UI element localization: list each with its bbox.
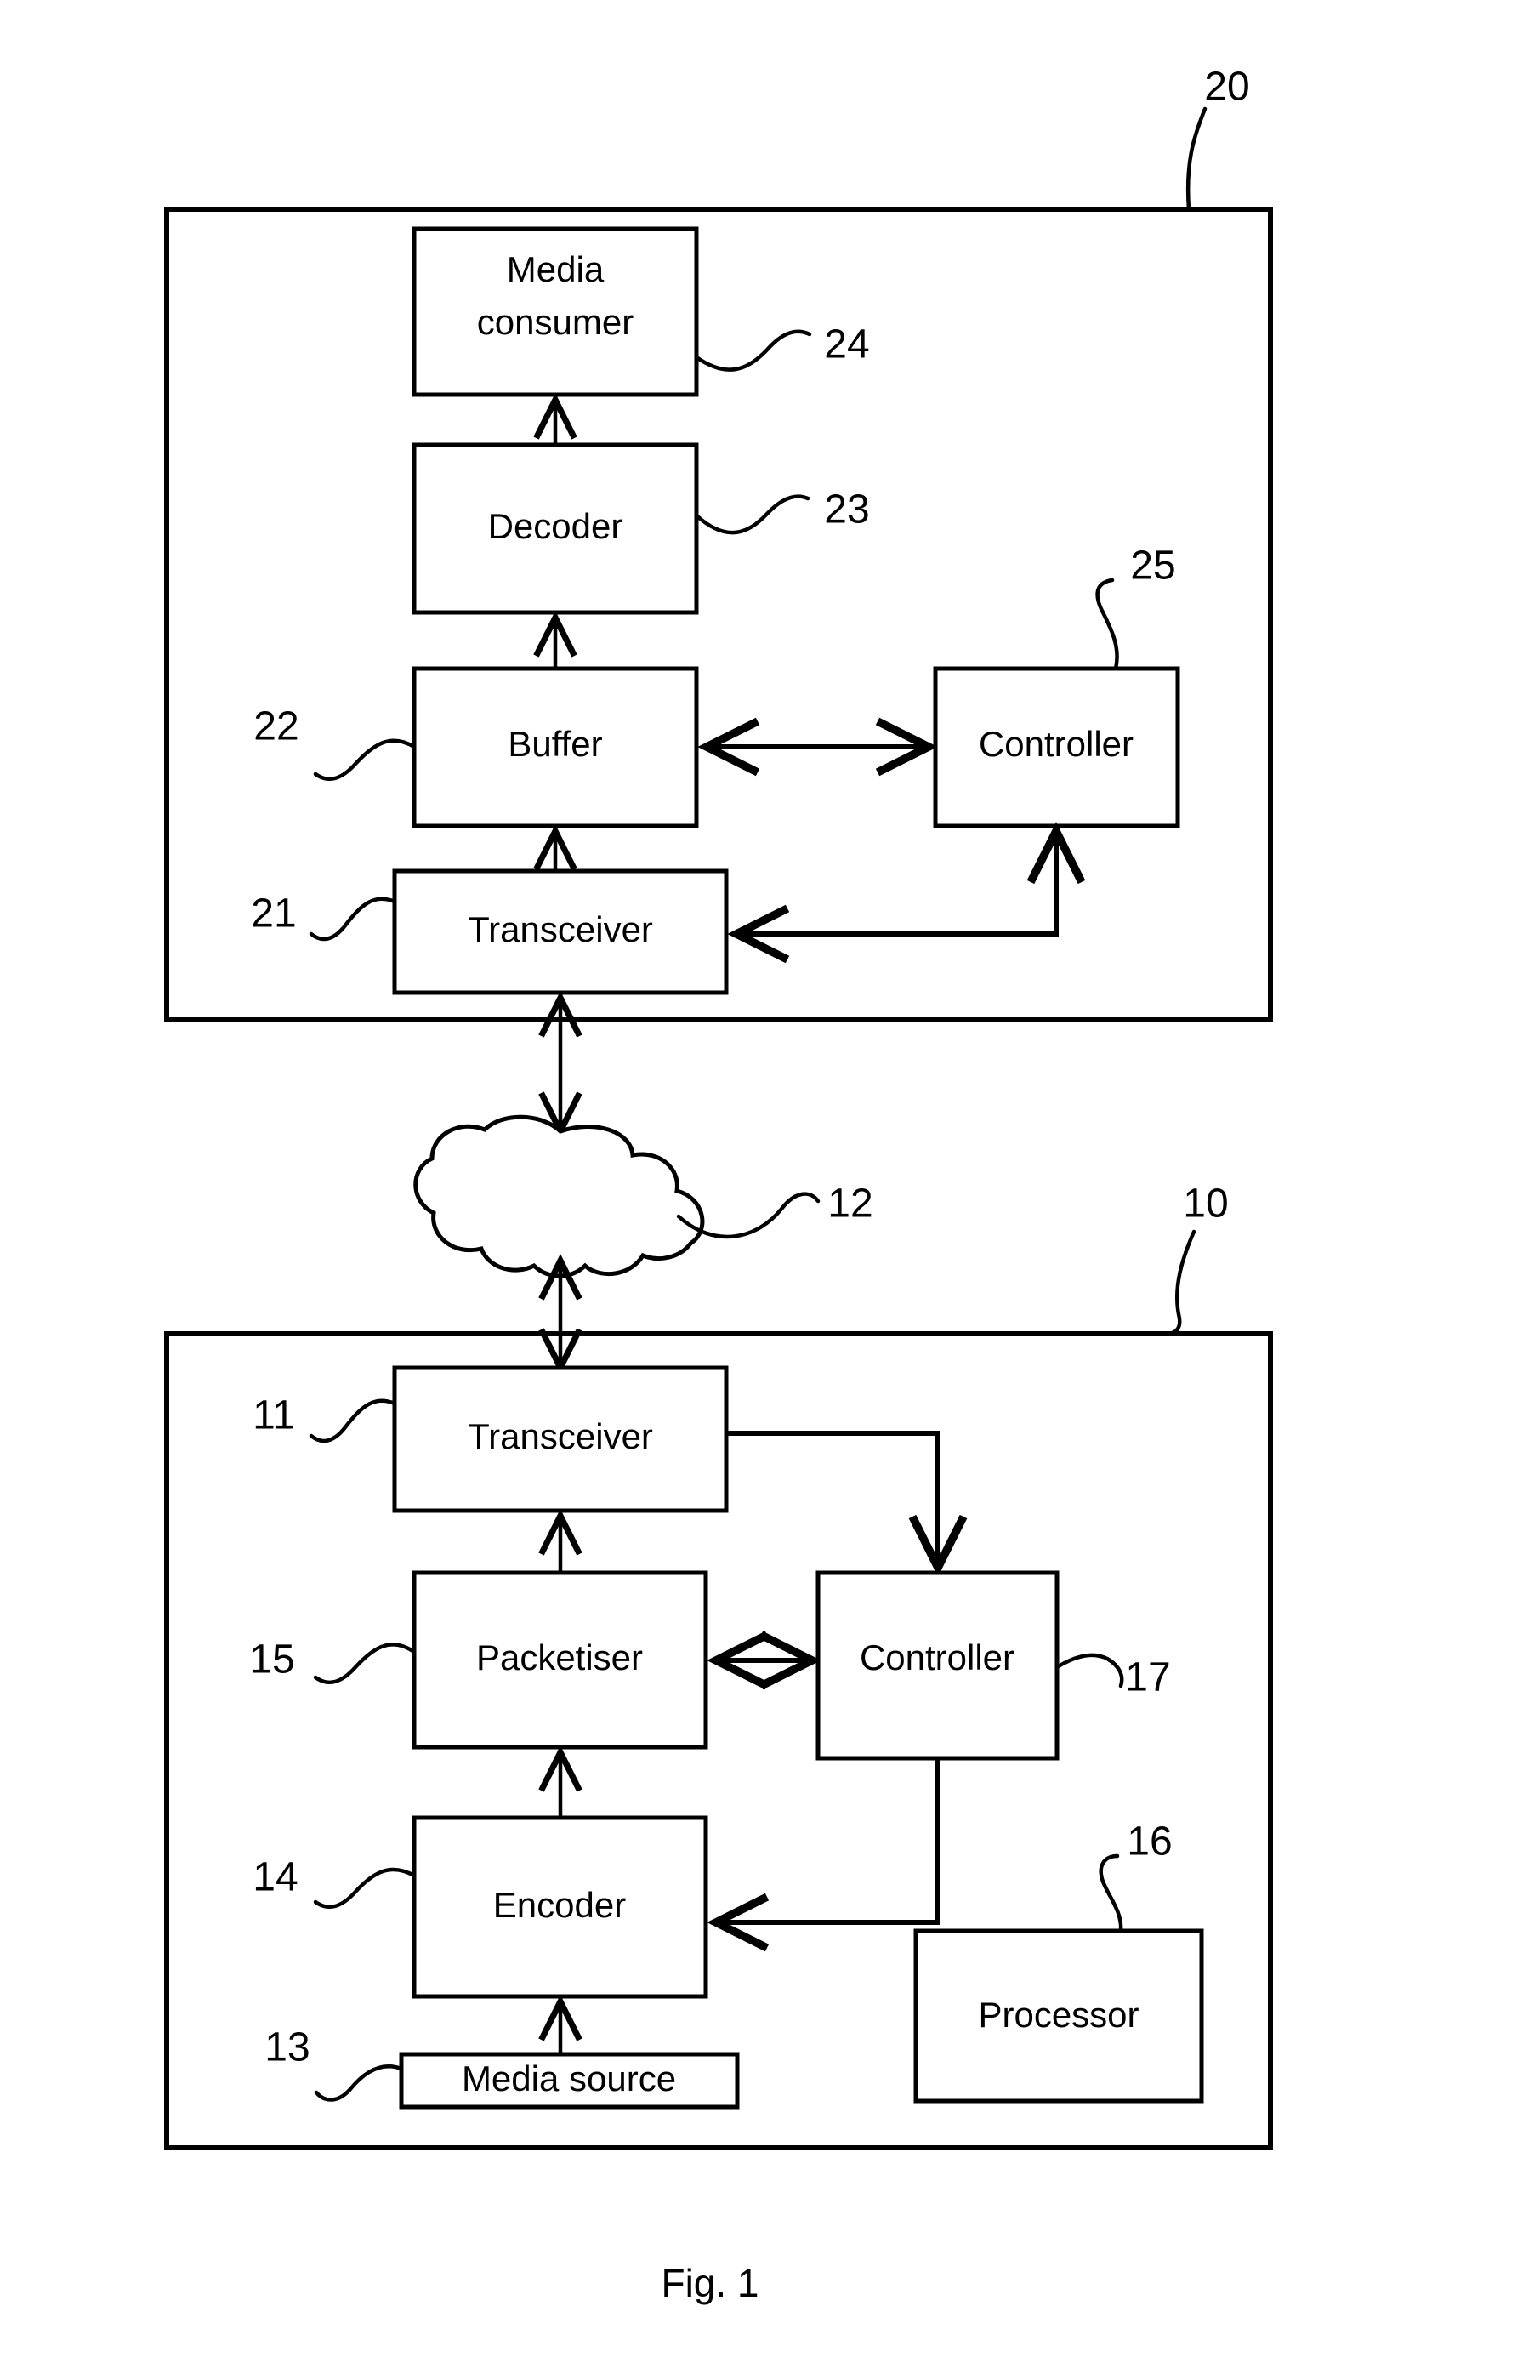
media-source-leader-line <box>314 2064 404 2102</box>
receiver-controller-label: Controller <box>979 724 1134 764</box>
edge-tx-controller-to-encoder <box>707 1758 940 1952</box>
transmitter-controller-leader-line <box>1054 1653 1124 1688</box>
encoder-leader-line <box>313 1867 417 1910</box>
encoder-node: Encoder 14 <box>253 1815 708 1999</box>
receiver-device-leader-line <box>1185 106 1208 212</box>
transmitter-transceiver-leader-line <box>309 1398 397 1443</box>
media-consumer-leader-line <box>694 329 812 372</box>
packetiser-ref: 15 <box>249 1637 294 1683</box>
processor-label: Processor <box>978 1995 1139 2035</box>
receiver-transceiver-leader-line <box>309 897 397 942</box>
network-cloud-shape <box>413 1114 705 1278</box>
network-cloud-ref: 12 <box>827 1181 872 1227</box>
media-consumer-label-line1: Media <box>507 249 605 289</box>
buffer-label: Buffer <box>508 724 602 764</box>
media-consumer-node: Media consumer 24 <box>412 226 870 397</box>
transmitter-controller-node: Controller 17 <box>815 1570 1171 1761</box>
processor-leader-line <box>1099 1853 1123 1933</box>
receiver-transceiver-label: Transceiver <box>468 909 653 949</box>
transmitter-controller-label: Controller <box>860 1637 1014 1677</box>
media-consumer-label-line2: consumer <box>477 302 634 342</box>
transmitter-transceiver-node: Transceiver 11 <box>253 1365 729 1513</box>
transmitter-controller-ref: 17 <box>1125 1655 1170 1700</box>
encoder-ref: 14 <box>253 1855 298 1900</box>
processor-node: Processor 16 <box>913 1819 1204 2104</box>
decoder-ref: 23 <box>824 487 869 532</box>
transmitter-transceiver-label: Transceiver <box>468 1416 653 1456</box>
edge-tx-transceiver-to-controller <box>728 1431 968 1577</box>
receiver-controller-ref: 25 <box>1130 544 1175 589</box>
packetiser-leader-line <box>313 1643 417 1685</box>
packetiser-label: Packetiser <box>476 1637 643 1677</box>
media-consumer-ref: 24 <box>824 322 869 367</box>
media-source-ref: 13 <box>264 2025 310 2070</box>
decoder-leader-line <box>694 494 810 535</box>
receiver-device-ref: 20 <box>1204 65 1249 110</box>
buffer-ref: 22 <box>253 704 298 749</box>
transmitter-transceiver-ref: 11 <box>253 1393 295 1438</box>
transmitter-device-ref: 10 <box>1183 1181 1228 1227</box>
edge-rx-controller-to-transceiver <box>727 822 1086 964</box>
decoder-label: Decoder <box>488 506 623 546</box>
buffer-node: Buffer 22 <box>253 666 699 828</box>
packetiser-node: Packetiser 15 <box>249 1570 708 1750</box>
network-cloud-node: 12 <box>413 990 873 1375</box>
media-source-node: Media source 13 <box>264 2025 740 2110</box>
processor-ref: 16 <box>1127 1819 1172 1865</box>
encoder-label: Encoder <box>493 1885 626 1925</box>
media-source-label: Media source <box>462 2058 676 2098</box>
figure-canvas: 20 Media consumer 24 Decoder 23 Buffer 2… <box>164 65 1273 2305</box>
receiver-transceiver-node: Transceiver 21 <box>251 868 729 995</box>
receiver-transceiver-ref: 21 <box>251 891 296 937</box>
transmitter-device-leader-line <box>1164 1229 1196 1336</box>
buffer-leader-line <box>313 738 417 782</box>
receiver-controller-leader-line <box>1095 578 1119 671</box>
figure-caption: Fig. 1 <box>661 2261 759 2305</box>
decoder-node: Decoder 23 <box>412 442 870 615</box>
receiver-controller-node: Controller 25 <box>933 544 1180 828</box>
patent-figure: 20 Media consumer 24 Decoder 23 Buffer 2… <box>0 0 1540 2380</box>
